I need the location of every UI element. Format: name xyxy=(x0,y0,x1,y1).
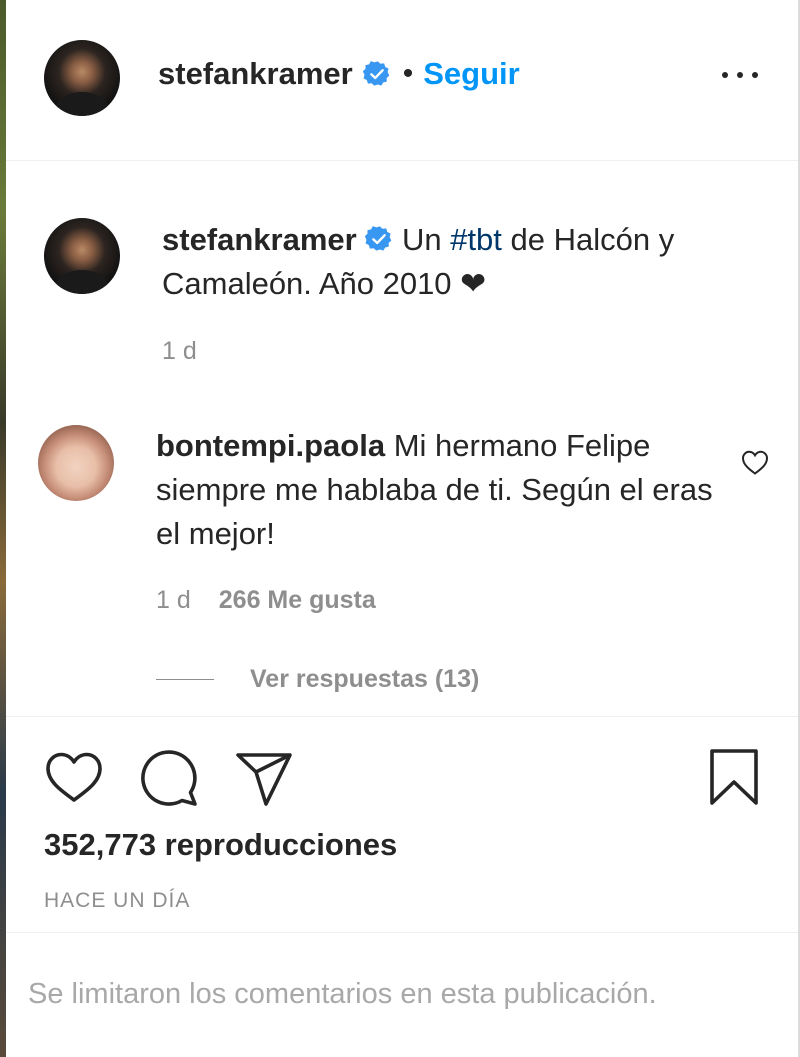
author-line: stefankramer • Seguir xyxy=(158,54,520,94)
post-panel: stefankramer • Seguir stefankramer Un #t… xyxy=(0,0,800,1057)
comments-limited-notice: Se limitaron los comentarios en esta pub… xyxy=(28,978,657,1010)
caption-text: stefankramer Un #tbt de Halcón y Camaleó… xyxy=(162,218,762,306)
share-icon[interactable] xyxy=(234,751,294,807)
view-replies-label: Ver respuestas (13) xyxy=(250,665,480,693)
bookmark-icon[interactable] xyxy=(706,747,762,807)
posted-time[interactable]: HACE UN DÍA xyxy=(44,889,190,913)
heart-icon[interactable] xyxy=(44,749,104,805)
post-actions: 352,773 reproducciones HACE UN DÍA xyxy=(6,716,798,933)
commenter-username[interactable]: bontempi.paola xyxy=(156,428,385,463)
verified-badge-icon xyxy=(362,61,390,86)
post-header: stefankramer • Seguir xyxy=(6,0,798,161)
hashtag-link[interactable]: #tbt xyxy=(450,222,502,257)
author-username[interactable]: stefankramer xyxy=(158,56,353,92)
caption-username[interactable]: stefankramer xyxy=(162,222,357,257)
comment-text: bontempi.paola Mi hermano Felipe siempre… xyxy=(156,424,716,556)
author-avatar[interactable] xyxy=(44,40,120,116)
comment-like-heart-icon[interactable] xyxy=(740,448,770,476)
comment-icon[interactable] xyxy=(139,749,199,807)
comment-likes[interactable]: 266 Me gusta xyxy=(219,586,376,615)
verified-badge-icon xyxy=(365,225,392,251)
caption-text-before: Un xyxy=(393,222,451,257)
comment-meta: 1 d 266 Me gusta xyxy=(156,586,376,615)
caption-author-avatar[interactable] xyxy=(44,218,120,294)
view-count: 352,773 reproducciones xyxy=(44,827,398,862)
follow-button[interactable]: Seguir xyxy=(423,56,519,92)
caption-time[interactable]: 1 d xyxy=(162,337,197,366)
separator-dot: • xyxy=(402,57,414,90)
view-replies-button[interactable]: Ver respuestas (13) xyxy=(156,665,479,694)
commenter-avatar[interactable] xyxy=(38,425,114,501)
replies-divider xyxy=(156,679,214,680)
more-options-icon[interactable] xyxy=(722,60,758,90)
comment-time[interactable]: 1 d xyxy=(156,586,191,615)
